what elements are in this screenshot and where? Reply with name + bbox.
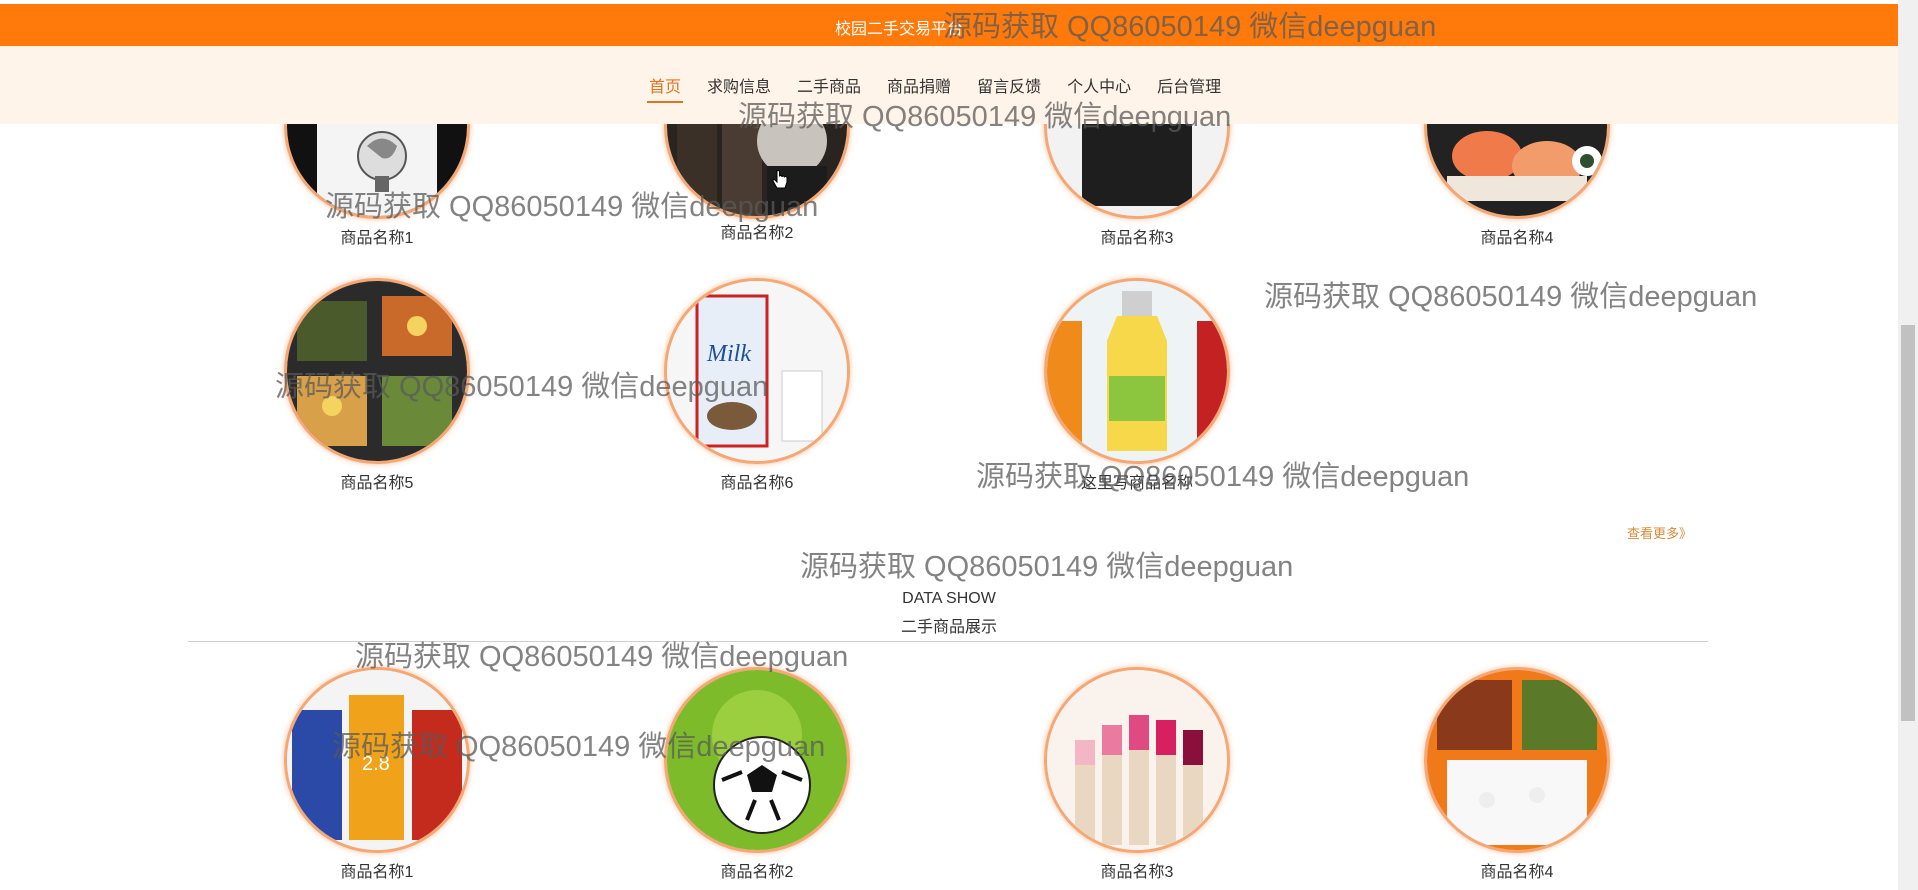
nav-item-feedback[interactable]: 留言反馈 [975, 73, 1043, 103]
top-header-bar: 校园二手交易平台 [0, 4, 1898, 46]
product-card[interactable]: 商品名称5 [282, 278, 472, 493]
page-scrollbar[interactable] [1898, 0, 1918, 890]
product-name[interactable]: 商品名称3 [1042, 858, 1232, 882]
product-card[interactable]: 2.8 商品名称1 [282, 667, 472, 882]
product-image[interactable] [1044, 667, 1230, 853]
product-image[interactable] [1044, 278, 1230, 464]
product-name[interactable]: 商品名称2 [662, 858, 852, 882]
nav-item-purchase-requests[interactable]: 求购信息 [705, 73, 773, 103]
product-card[interactable]: 商品名称2 [662, 667, 852, 882]
nav-item-donations[interactable]: 商品捐赠 [885, 73, 953, 103]
product-image[interactable]: Milk [664, 278, 850, 464]
product-name[interactable]: 商品名称1 [282, 224, 472, 248]
nav-item-home[interactable]: 首页 [647, 73, 684, 103]
product-name[interactable]: 商品名称2 [662, 219, 852, 243]
product-name[interactable]: 商品名称1 [282, 858, 472, 882]
product-image[interactable] [1424, 667, 1610, 853]
section-title-cn: 二手商品展示 [900, 619, 997, 636]
view-more-link[interactable]: 查看更多》 [1627, 523, 1692, 542]
product-name[interactable]: 商品名称5 [282, 469, 472, 493]
nav-list: 首页 求购信息 二手商品 商品捐赠 留言反馈 个人中心 后台管理 [647, 73, 1245, 103]
svg-text:2.8: 2.8 [362, 753, 390, 775]
main-nav: 首页 求购信息 二手商品 商品捐赠 留言反馈 个人中心 后台管理 [0, 46, 1898, 124]
product-name[interactable]: 商品名称4 [1422, 224, 1612, 248]
product-image[interactable] [664, 667, 850, 853]
page-content: 商品名称1 商品名称2 商品名称3 商品名称4 商品名称5 Milk 商品名称6… [0, 0, 1898, 890]
site-title: 校园二手交易平台 [834, 21, 963, 38]
svg-text:Milk: Milk [706, 341, 751, 367]
section-title-en: DATA SHOW [902, 590, 996, 607]
product-card[interactable]: Milk 商品名称6 [662, 278, 852, 493]
product-card[interactable]: 商品名称4 [1422, 667, 1612, 882]
view-more-label[interactable]: 查看更多》 [1627, 526, 1692, 541]
nav-item-second-hand-goods[interactable]: 二手商品 [795, 73, 863, 103]
section-divider [188, 641, 1708, 642]
product-card[interactable]: 商品名称3 [1042, 667, 1232, 882]
product-image[interactable] [284, 278, 470, 464]
product-name[interactable]: 商品名称4 [1422, 858, 1612, 882]
product-name[interactable]: 这里写商品名称 [1042, 469, 1232, 493]
product-name[interactable]: 商品名称3 [1042, 224, 1232, 248]
product-image[interactable]: 2.8 [284, 667, 470, 853]
nav-item-admin[interactable]: 后台管理 [1155, 73, 1223, 103]
nav-item-profile[interactable]: 个人中心 [1065, 73, 1133, 103]
product-card[interactable]: 这里写商品名称 [1042, 278, 1232, 493]
hand-pointer-icon [772, 169, 788, 197]
scrollbar-thumb[interactable] [1901, 325, 1915, 721]
watermark-text: 源码获取 QQ86050149 微信deepguan [1264, 281, 1758, 313]
product-name[interactable]: 商品名称6 [662, 469, 852, 493]
watermark-text: 源码获取 QQ86050149 微信deepguan [800, 551, 1294, 583]
